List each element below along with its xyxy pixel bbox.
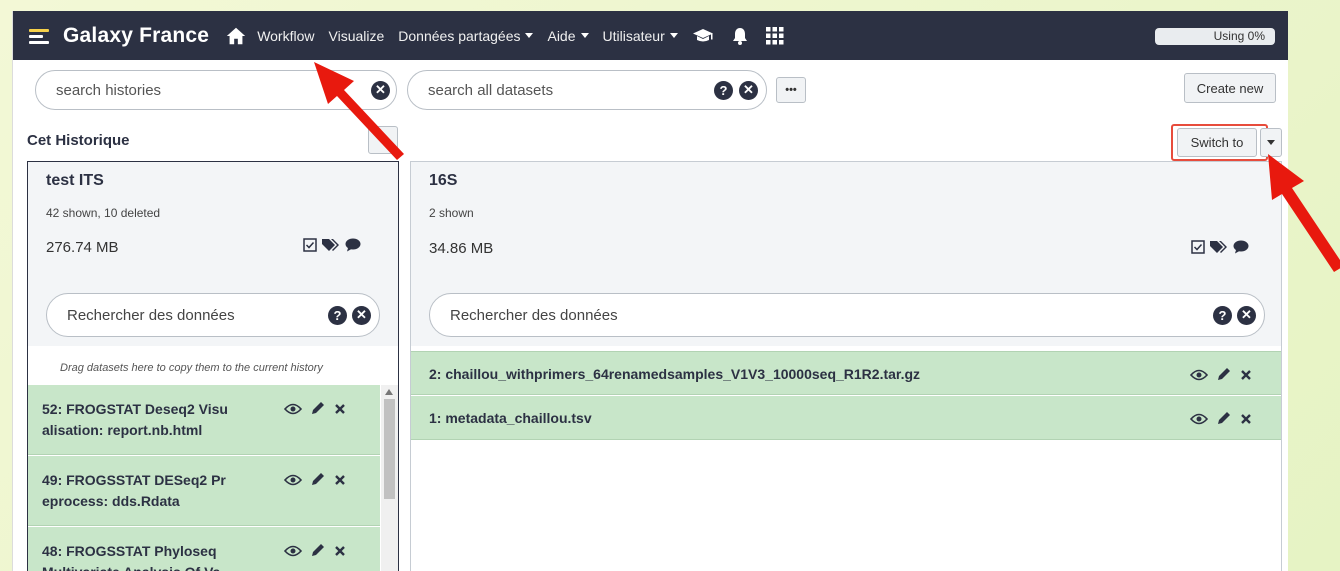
brand-title[interactable]: Galaxy France (63, 24, 209, 48)
select-checkbox-icon[interactable] (1191, 240, 1205, 259)
clear-icon[interactable]: ✕ (1237, 305, 1256, 325)
scroll-up-icon[interactable] (385, 389, 393, 395)
help-icon[interactable]: ? (328, 305, 347, 325)
dataset-search-placeholder: Rechercher des données (450, 306, 618, 324)
pencil-icon[interactable] (311, 472, 325, 489)
dataset-actions (283, 472, 346, 489)
history-actions (303, 238, 361, 257)
eye-icon[interactable] (283, 473, 303, 489)
history-size: 34.86 MB (429, 240, 494, 257)
dataset-title[interactable]: 2: chaillou_withprimers_64renamedsamples… (429, 364, 920, 385)
dataset-actions (283, 401, 346, 418)
dataset-list-scrollbar[interactable] (381, 385, 398, 571)
history-stats: 42 shown, 10 deleted (46, 206, 161, 220)
chevron-down-icon (669, 33, 678, 38)
history-panel-current: test ITS 42 shown, 10 deleted 276.74 MB … (27, 161, 399, 571)
history-actions (1191, 240, 1249, 259)
pencil-icon[interactable] (1217, 411, 1231, 428)
dataset-actions (1189, 411, 1252, 428)
dataset-item[interactable]: 48: FROGSSTAT PhyloseqMultivariate Analy… (28, 527, 380, 571)
dataset-item[interactable]: 52: FROGSTAT Deseq2 Visu alisation: repor… (28, 385, 380, 455)
current-history-title: Cet Historique (27, 132, 130, 149)
help-icon[interactable]: ? (714, 80, 733, 100)
galaxy-logo-icon (29, 28, 49, 44)
eye-icon[interactable] (1189, 368, 1209, 384)
nav-item-donnees-partagees[interactable]: Données partagées (398, 28, 534, 44)
graduation-cap-icon[interactable] (692, 28, 714, 44)
pencil-icon[interactable] (1217, 367, 1231, 384)
history-name[interactable]: 16S (429, 172, 457, 190)
chevron-down-icon (580, 33, 589, 38)
eye-icon[interactable] (283, 544, 303, 560)
tags-icon[interactable] (1209, 240, 1229, 259)
search-histories-placeholder: search histories (56, 81, 162, 99)
eye-icon[interactable] (283, 402, 303, 418)
pencil-icon[interactable] (311, 543, 325, 560)
dataset-actions (283, 543, 346, 560)
create-new-button[interactable]: Create new (1184, 73, 1276, 103)
scrollbar-thumb[interactable] (384, 399, 395, 499)
select-checkbox-icon[interactable] (303, 238, 317, 257)
apps-grid-icon[interactable] (765, 26, 784, 45)
dataset-title[interactable]: 52: FROGSTAT Deseq2 Visu alisation: repor… (42, 399, 272, 441)
history-size: 276.74 MB (46, 239, 119, 256)
dataset-title[interactable]: 49: FROGSSTAT DESeq2 Pr eprocess: dds.Rda… (42, 470, 272, 512)
chevron-down-icon (1267, 140, 1275, 145)
nav-item-visualize[interactable]: Visualize (329, 28, 385, 44)
annotation-icon[interactable] (345, 238, 361, 257)
eye-icon[interactable] (1189, 412, 1209, 428)
search-datasets-input[interactable]: search all datasets ? ✕ (407, 70, 767, 110)
nav-menu: Workflow Visualize Données partagées Aid… (257, 26, 802, 45)
top-navbar: Galaxy France Workflow Visualize Données… (13, 11, 1288, 60)
advanced-options-button[interactable]: ••• (776, 77, 806, 103)
dataset-title[interactable]: 1: metadata_chaillou.tsv (429, 408, 592, 429)
history-dataset-search[interactable]: Rechercher des données ? ✕ (429, 293, 1265, 337)
dataset-title[interactable]: 48: FROGSSTAT PhyloseqMultivariate Analy… (42, 541, 272, 571)
history-dataset-search[interactable]: Rechercher des données ? ✕ (46, 293, 380, 337)
dataset-item[interactable]: 1: metadata_chaillou.tsv (411, 396, 1281, 440)
delete-icon[interactable] (334, 402, 346, 418)
bell-icon[interactable] (732, 27, 748, 45)
pencil-icon[interactable] (311, 401, 325, 418)
clear-icon[interactable]: ✕ (739, 80, 758, 100)
history-panel-other: 16S 2 shown 34.86 MB Rechercher des donn… (410, 161, 1282, 571)
annotation-arrow-icon (1268, 154, 1340, 272)
dataset-item[interactable]: 2: chaillou_withprimers_64renamedsamples… (411, 351, 1281, 395)
switch-to-button[interactable]: Switch to (1177, 128, 1257, 157)
nav-item-workflow[interactable]: Workflow (257, 28, 314, 44)
drag-drop-hint: Drag datasets here to copy them to the c… (60, 362, 323, 374)
galaxy-app: Galaxy France Workflow Visualize Données… (12, 11, 1288, 571)
annotation-icon[interactable] (1233, 240, 1249, 259)
delete-icon[interactable] (334, 473, 346, 489)
brand[interactable]: Galaxy France (29, 24, 209, 48)
history-name[interactable]: test ITS (46, 172, 104, 190)
home-icon[interactable] (225, 25, 247, 47)
search-datasets-placeholder: search all datasets (428, 81, 554, 99)
annotation-arrow-icon (314, 62, 404, 160)
tags-icon[interactable] (321, 238, 341, 257)
nav-item-utilisateur[interactable]: Utilisateur (603, 28, 678, 44)
delete-icon[interactable] (1240, 412, 1252, 428)
dataset-actions (1189, 367, 1252, 384)
nav-item-aide[interactable]: Aide (547, 28, 589, 44)
dataset-search-placeholder: Rechercher des données (67, 306, 235, 324)
help-icon[interactable]: ? (1213, 305, 1232, 325)
storage-usage-badge[interactable]: Using 0% (1155, 28, 1275, 45)
delete-icon[interactable] (334, 544, 346, 560)
dataset-item[interactable]: 49: FROGSSTAT DESeq2 Pr eprocess: dds.Rda… (28, 456, 380, 526)
delete-icon[interactable] (1240, 368, 1252, 384)
history-stats: 2 shown (429, 206, 474, 220)
chevron-down-icon (525, 33, 534, 38)
clear-icon[interactable]: ✕ (352, 305, 371, 325)
